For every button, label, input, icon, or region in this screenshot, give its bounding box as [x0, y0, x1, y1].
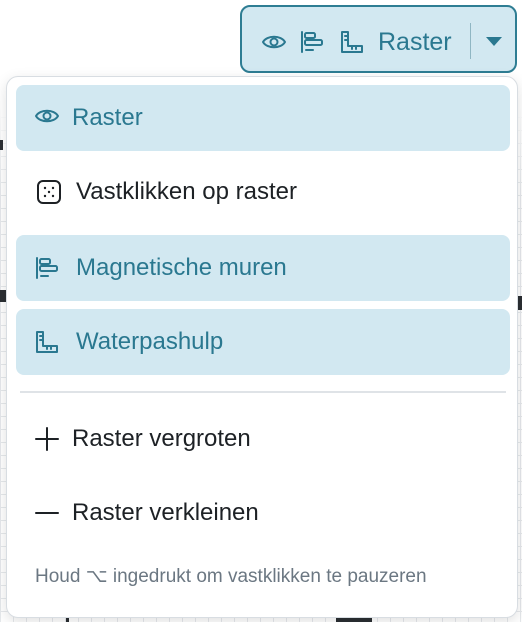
align-lines-icon — [299, 29, 325, 55]
toolbar-label: Raster — [378, 28, 452, 56]
menu-item-label: Raster verkleinen — [72, 499, 259, 526]
menu-item-label: Raster vergroten — [72, 425, 251, 452]
menu-item-magnetic-walls[interactable]: Magnetische muren — [16, 235, 510, 301]
menu-item-raster[interactable]: Raster — [16, 85, 510, 151]
menu-item-grid-decrease[interactable]: Raster verkleinen — [16, 480, 510, 546]
ruler-corner-icon — [339, 29, 365, 55]
ruler-corner-icon — [34, 329, 60, 355]
menu-item-label: Vastklikken op raster — [76, 178, 297, 205]
menu-item-snap-to-grid[interactable]: Vastklikken op raster — [16, 159, 510, 225]
eye-icon — [261, 29, 287, 55]
grid-options-menu: Raster Vastklikken op raster Magnetische — [6, 76, 518, 618]
grid-toolbar-button[interactable]: Raster — [240, 5, 517, 73]
snap-grid-icon — [36, 179, 62, 205]
canvas-wall-fragment — [0, 140, 3, 150]
caret-down-icon[interactable] — [476, 21, 512, 61]
menu-item-label: Magnetische muren — [76, 254, 287, 281]
minus-icon — [34, 500, 60, 526]
pause-snapping-hint: Houd ⌥ ingedrukt om vastklikken te pauze… — [35, 566, 427, 587]
menu-item-grid-increase[interactable]: Raster vergroten — [16, 406, 510, 472]
eye-icon — [34, 103, 60, 129]
menu-item-level-helper[interactable]: Waterpashulp — [16, 309, 510, 375]
toolbar-divider — [470, 23, 471, 59]
menu-item-label: Waterpashulp — [76, 328, 224, 355]
align-lines-icon — [34, 255, 60, 281]
menu-separator — [20, 391, 506, 393]
canvas-wall-fragment — [336, 618, 372, 622]
menu-item-label: Raster — [72, 104, 143, 131]
plus-icon — [34, 426, 60, 452]
